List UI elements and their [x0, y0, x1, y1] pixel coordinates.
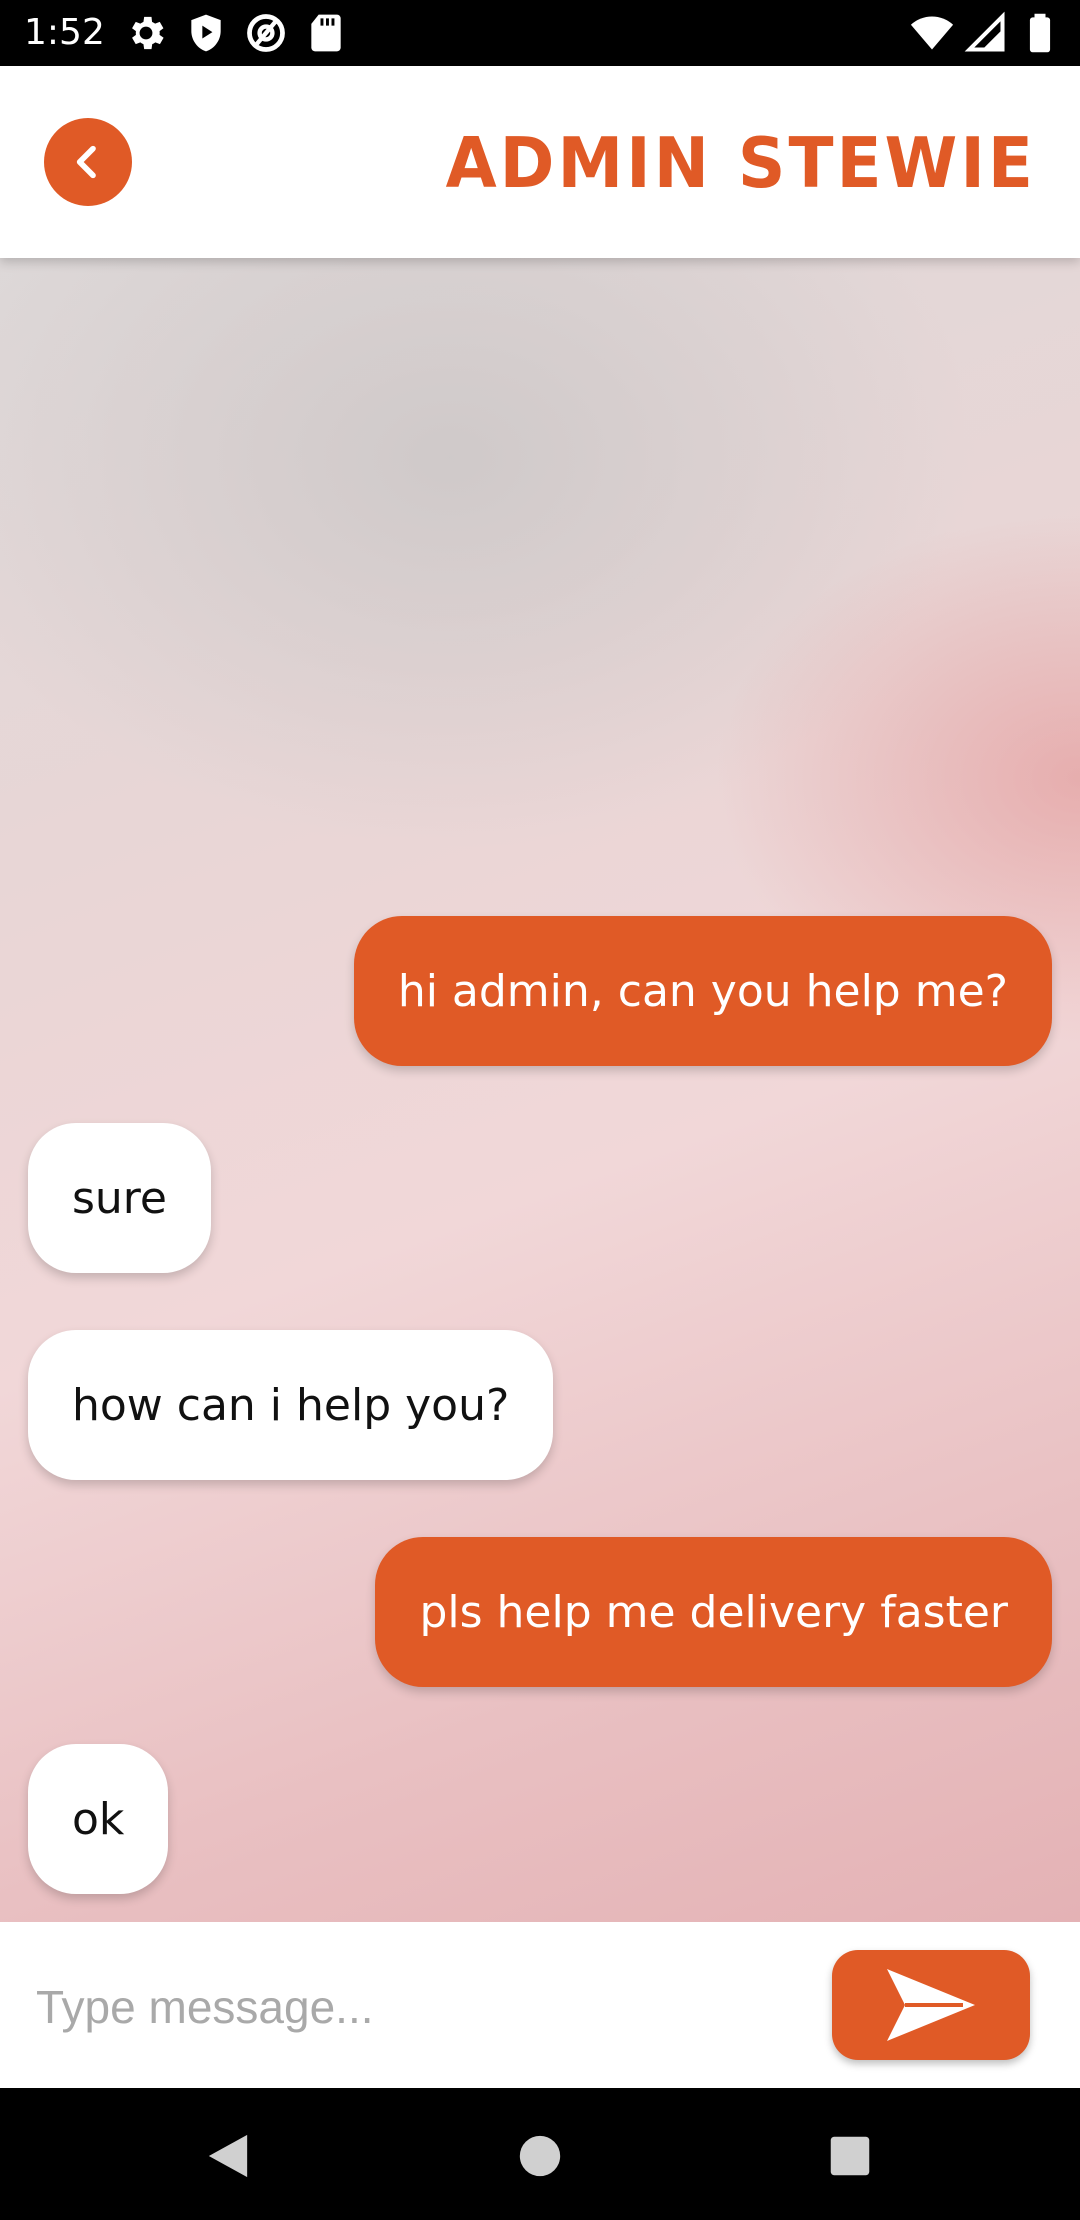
cell-signal-icon: [964, 11, 1005, 52]
nav-back-button[interactable]: [200, 2128, 256, 2184]
message-text: sure: [72, 1172, 168, 1224]
sd-card-icon: [311, 14, 341, 52]
status-icons-left: [124, 10, 348, 56]
chevron-left-icon: [76, 145, 96, 179]
shield-play-icon: [191, 14, 221, 52]
send-button[interactable]: [832, 1950, 1030, 2060]
message-input[interactable]: [36, 1962, 796, 2052]
message-bubble-received: sure: [28, 1123, 212, 1273]
composer-bar: [0, 1922, 1080, 2088]
gear-icon: [132, 16, 164, 50]
message-text: hi admin, can you help me?: [397, 965, 1008, 1017]
system-nav-bar: [0, 2088, 1080, 2220]
chat-screen: 1:52 ADMIN STEWIE hi admin, can you help…: [0, 0, 1080, 2220]
battery-icon: [1029, 13, 1051, 53]
message-list[interactable]: hi admin, can you help me? sure how can …: [0, 258, 1080, 1922]
message-text: pls help me delivery faster: [419, 1586, 1008, 1638]
send-arrow-icon: [887, 1969, 975, 2041]
nav-recents-button[interactable]: [822, 2128, 878, 2184]
back-button[interactable]: [44, 118, 132, 206]
message-bubble-sent: pls help me delivery faster: [375, 1537, 1052, 1687]
message-bubble-received: ok: [28, 1744, 169, 1894]
nav-home-button[interactable]: [512, 2128, 568, 2184]
message-text: ok: [72, 1793, 125, 1845]
wifi-icon: [910, 16, 954, 50]
message-text: how can i help you?: [72, 1379, 510, 1431]
status-time: 1:52: [24, 12, 105, 53]
recents-square-icon: [830, 2136, 870, 2176]
status-bar: 1:52: [0, 0, 1080, 66]
app-header: ADMIN STEWIE: [0, 66, 1080, 258]
home-circle-icon: [519, 2135, 561, 2177]
back-triangle-icon: [208, 2134, 248, 2178]
message-bubble-received: how can i help you?: [28, 1330, 554, 1480]
message-bubble-sent: hi admin, can you help me?: [353, 916, 1052, 1066]
at-sign-icon: [247, 14, 285, 52]
page-title: ADMIN STEWIE: [445, 123, 1036, 204]
status-icons-right: [910, 10, 1062, 56]
